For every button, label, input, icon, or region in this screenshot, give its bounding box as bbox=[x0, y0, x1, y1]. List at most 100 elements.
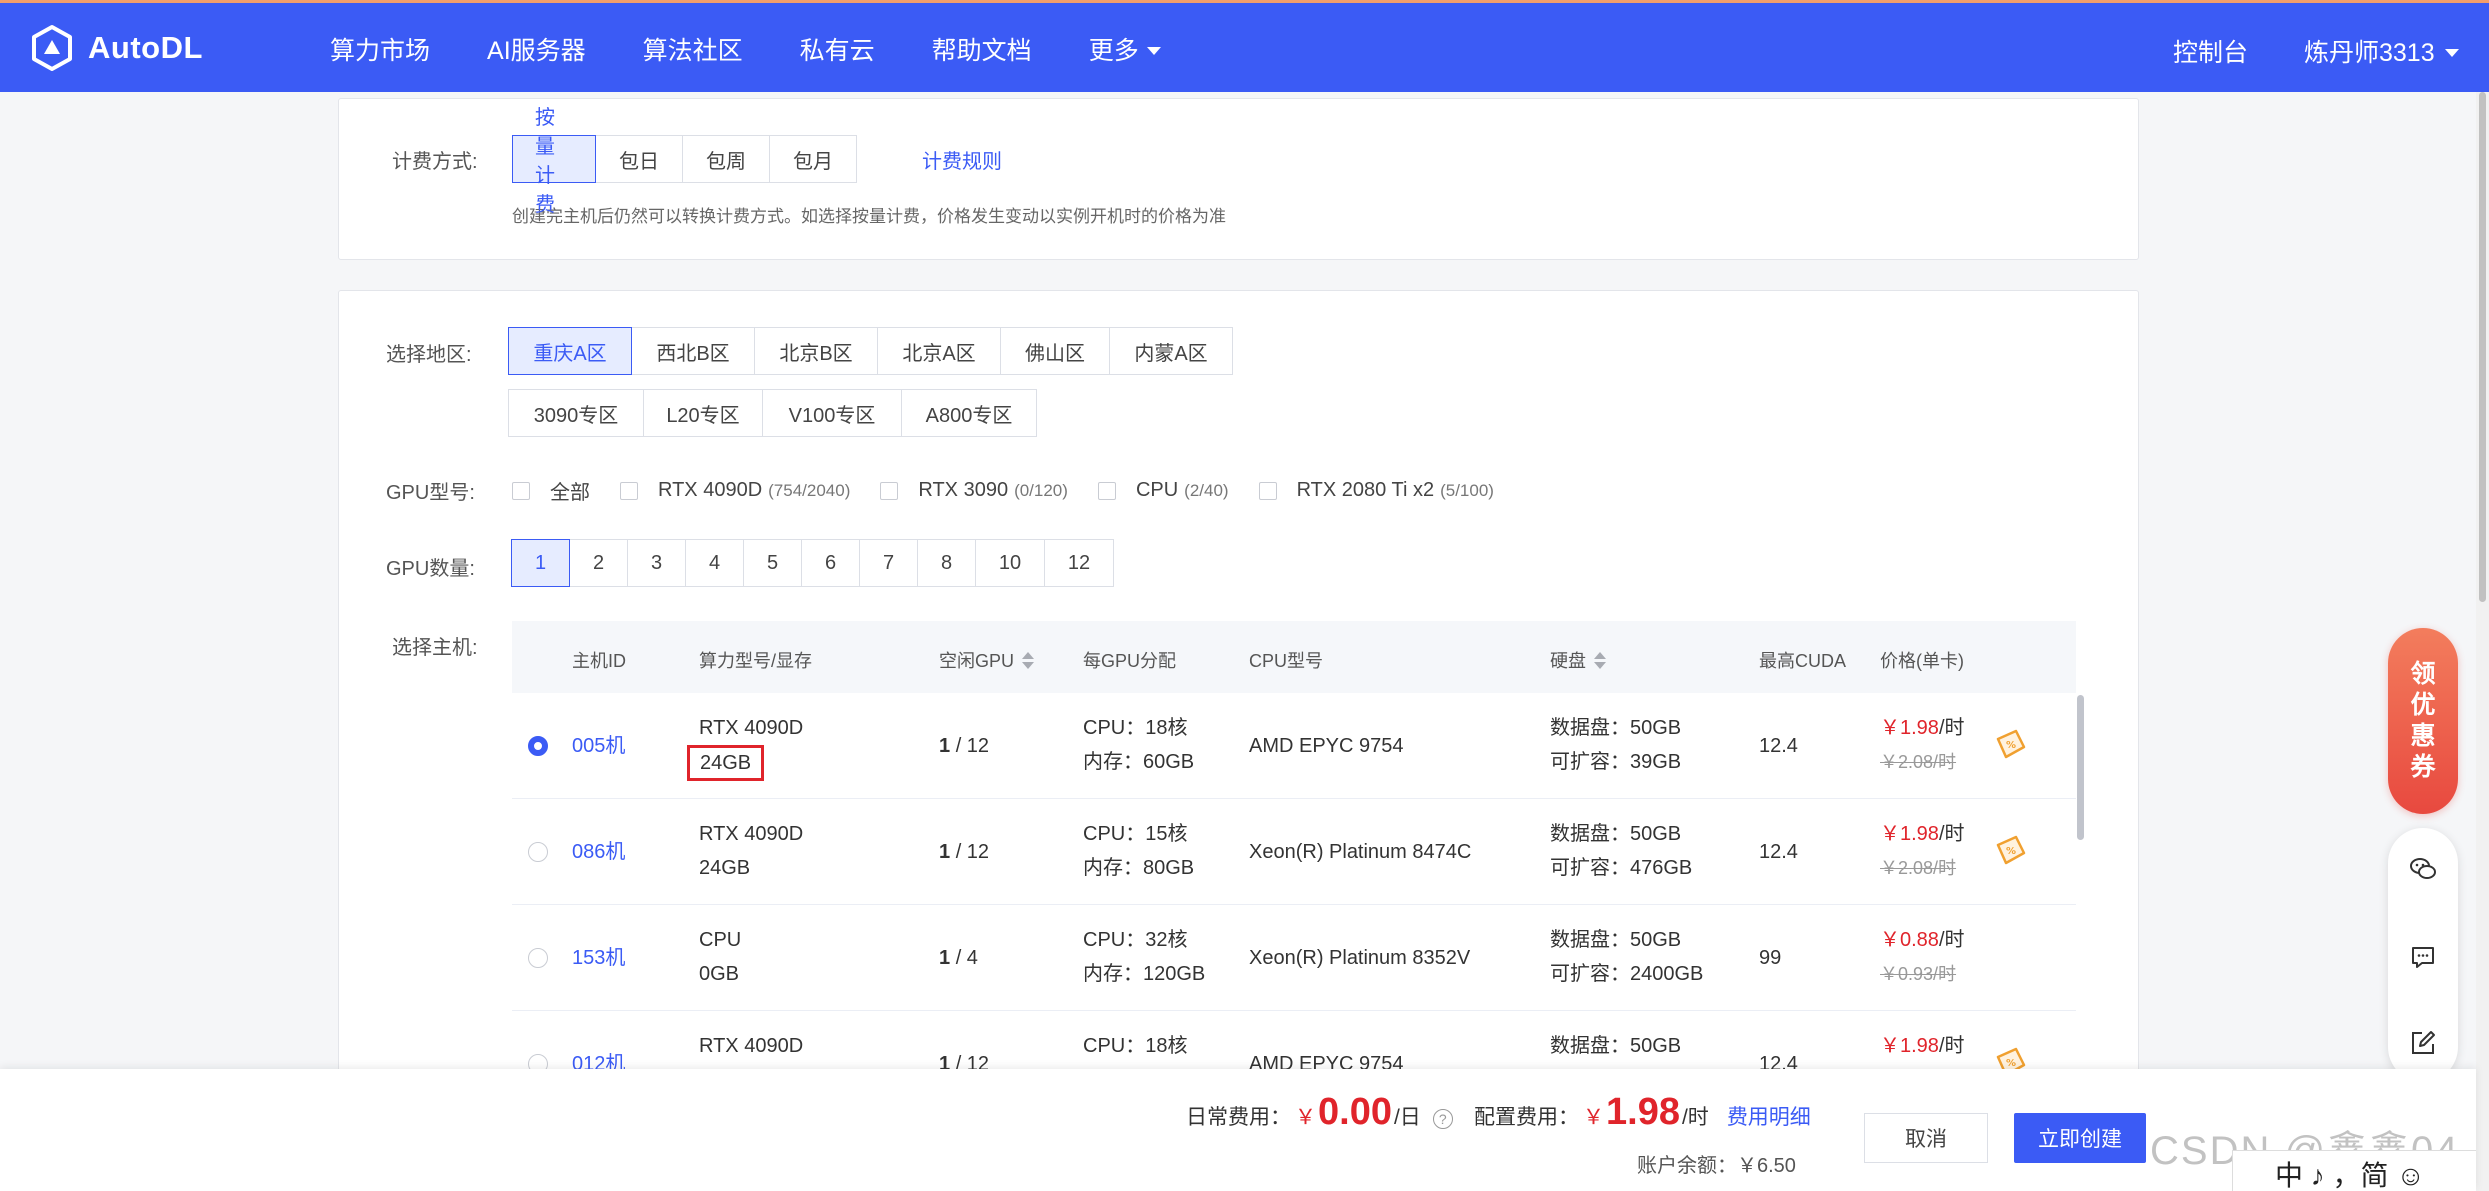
gpu-model-rtx2080ti-x2[interactable]: RTX 2080 Ti x2 (5/100) bbox=[1258, 479, 1494, 502]
table-row[interactable]: 005机 RTX 4090D 24GB 1 / 12 CPU：18核 内存：60… bbox=[512, 693, 2076, 799]
fee-detail-link[interactable]: 费用明细 bbox=[1727, 1101, 1811, 1131]
nav-private-cloud[interactable]: 私有云 bbox=[800, 31, 875, 67]
col-cuda: 最高CUDA bbox=[1759, 651, 1847, 671]
nav-compute-market[interactable]: 算力市场 bbox=[330, 31, 430, 67]
free-count: 1 bbox=[939, 735, 951, 757]
gpu-count-8[interactable]: 8 bbox=[917, 539, 976, 587]
nav-ai-server[interactable]: AI服务器 bbox=[487, 31, 586, 67]
host-id[interactable]: 086机 bbox=[572, 835, 625, 869]
gpu-count-2[interactable]: 2 bbox=[569, 539, 628, 587]
nav-label: 帮助文档 bbox=[931, 37, 1032, 65]
config-fee-label: 配置费用： bbox=[1474, 1106, 1579, 1129]
currency: ￥ bbox=[1583, 1106, 1604, 1129]
billing-rules-link[interactable]: 计费规则 bbox=[922, 145, 1002, 174]
nav-algorithm-community[interactable]: 算法社区 bbox=[643, 31, 743, 67]
gpu-model-rtx4090d[interactable]: RTX 4090D (754/2040) bbox=[620, 479, 850, 502]
region-beijing-a[interactable]: 北京A区 bbox=[877, 327, 1001, 375]
checkbox[interactable] bbox=[512, 481, 530, 500]
option-label: RTX 4090D bbox=[658, 479, 763, 501]
gpu-count-6[interactable]: 6 bbox=[801, 539, 860, 587]
option-label: RTX 3090 bbox=[918, 479, 1009, 501]
price-unit: /时 bbox=[1938, 1035, 1965, 1057]
table-scrollbar[interactable] bbox=[2077, 695, 2084, 840]
gpu-count-3[interactable]: 3 bbox=[627, 539, 686, 587]
nav-label: 私有云 bbox=[799, 37, 875, 65]
region-chongqing-a[interactable]: 重庆A区 bbox=[508, 327, 632, 375]
data-disk: 数据盘：50GB bbox=[1550, 717, 1682, 739]
sort-icon[interactable] bbox=[1594, 651, 1606, 669]
cuda-version: 99 bbox=[1759, 947, 1782, 969]
memory: 内存：60GB bbox=[1083, 751, 1195, 773]
host-id[interactable]: 005机 bbox=[572, 729, 625, 763]
gpu-model-rtx3090[interactable]: RTX 3090 (0/120) bbox=[880, 479, 1068, 502]
disk-cell: 数据盘：50GB bbox=[1550, 1029, 1681, 1063]
gpu-count-7[interactable]: 7 bbox=[859, 539, 918, 587]
gpu-count-12[interactable]: 12 bbox=[1044, 539, 1114, 587]
gpu-count-4[interactable]: 4 bbox=[685, 539, 744, 587]
expandable: 可扩容：2400GB bbox=[1550, 963, 1704, 985]
help-icon[interactable]: ? bbox=[1432, 1109, 1453, 1129]
config-fee-value: 1.98 bbox=[1606, 1091, 1680, 1133]
billing-weekly[interactable]: 包周 bbox=[682, 135, 770, 183]
cancel-button[interactable]: 取消 bbox=[1864, 1113, 1988, 1163]
gpu-model-all[interactable]: 全部 bbox=[512, 476, 590, 505]
wechat-icon[interactable] bbox=[2408, 854, 2438, 884]
region-v100-zone[interactable]: V100专区 bbox=[762, 389, 902, 437]
region-3090-zone[interactable]: 3090专区 bbox=[508, 389, 644, 437]
gpu-model: RTX 4090D bbox=[699, 823, 804, 845]
sort-icon[interactable] bbox=[1022, 651, 1035, 669]
host-radio[interactable] bbox=[528, 736, 548, 756]
option-count: (2/40) bbox=[1184, 480, 1229, 500]
billing-monthly[interactable]: 包月 bbox=[769, 135, 857, 183]
coupon-promo-button[interactable]: 领 优 惠 券 bbox=[2388, 628, 2458, 814]
region-neimeng-a[interactable]: 内蒙A区 bbox=[1109, 327, 1233, 375]
table-row[interactable]: 086机 RTX 4090D 24GB 1 / 12 CPU：15核 内存：80… bbox=[512, 799, 2076, 905]
checkbox[interactable] bbox=[1258, 481, 1277, 500]
coupon-icon[interactable]: % bbox=[1992, 727, 2028, 763]
logo[interactable]: AutoDL bbox=[28, 25, 203, 71]
nav-help-docs[interactable]: 帮助文档 bbox=[932, 31, 1032, 67]
console-link[interactable]: 控制台 bbox=[2173, 33, 2248, 69]
table-row[interactable]: 153机 CPU 0GB 1 / 4 CPU：32核 内存：120GB Xeon… bbox=[512, 905, 2076, 1011]
host-id[interactable]: 153机 bbox=[572, 941, 625, 975]
scrollbar-thumb[interactable] bbox=[2479, 92, 2486, 602]
region-l20-zone[interactable]: L20专区 bbox=[643, 389, 763, 437]
region-beijing-b[interactable]: 北京B区 bbox=[754, 327, 878, 375]
gpu-count-10[interactable]: 10 bbox=[975, 539, 1045, 587]
user-menu[interactable]: 炼丹师3313 bbox=[2304, 33, 2459, 69]
expandable: 可扩容：39GB bbox=[1550, 751, 1682, 773]
page-scrollbar[interactable] bbox=[2476, 92, 2489, 1191]
billing-pay-as-you-go[interactable]: 按量计费 bbox=[512, 107, 596, 216]
bottom-action-bar: 日常费用： ￥ 0.00/日 ? 配置费用： ￥ 1.98/时 费用明细 账户余额：… bbox=[0, 1069, 2476, 1191]
col-disk[interactable]: 硬盘 bbox=[1550, 647, 1606, 673]
gpu-count-5[interactable]: 5 bbox=[743, 539, 802, 587]
gpu-model-cpu[interactable]: CPU (2/40) bbox=[1097, 479, 1229, 502]
feedback-edit-icon[interactable] bbox=[2408, 1028, 2438, 1058]
coupon-icon[interactable]: % bbox=[1992, 833, 2028, 869]
create-button[interactable]: 立即创建 bbox=[2014, 1113, 2146, 1163]
host-radio[interactable] bbox=[528, 842, 548, 862]
per-gpu-cell: CPU：18核 bbox=[1083, 1029, 1187, 1063]
col-label: 空闲GPU bbox=[939, 651, 1015, 671]
region-label: 选择地区: bbox=[386, 344, 472, 366]
host-radio[interactable] bbox=[528, 948, 548, 968]
gpu-count-1[interactable]: 1 bbox=[511, 539, 570, 587]
chat-icon[interactable] bbox=[2408, 942, 2438, 972]
option-label: 全部 bbox=[550, 482, 590, 504]
col-free-gpu[interactable]: 空闲GPU bbox=[939, 647, 1035, 673]
region-foshan[interactable]: 佛山区 bbox=[1000, 327, 1110, 375]
checkbox[interactable] bbox=[1097, 481, 1116, 500]
checkbox[interactable] bbox=[620, 481, 638, 500]
price-cell: ￥1.98/时 ￥2.08/时 bbox=[1880, 817, 1965, 885]
price-now: ￥0.88/时 bbox=[1880, 923, 1965, 957]
disk-cell: 数据盘：50GB 可扩容：476GB bbox=[1550, 817, 1692, 885]
region-a800-zone[interactable]: A800专区 bbox=[901, 389, 1037, 437]
promo-char: 优 bbox=[2410, 691, 2436, 719]
region-northwest-b[interactable]: 西北B区 bbox=[631, 327, 755, 375]
billing-daily[interactable]: 包日 bbox=[595, 135, 683, 183]
price-value: ￥1.98 bbox=[1880, 717, 1939, 739]
ime-toolbar[interactable]: 中 ♪ ，简 ☺ bbox=[2232, 1150, 2476, 1191]
nav-more[interactable]: 更多 bbox=[1089, 31, 1161, 67]
gpu-model: RTX 4090D bbox=[699, 717, 804, 739]
checkbox[interactable] bbox=[880, 481, 899, 500]
